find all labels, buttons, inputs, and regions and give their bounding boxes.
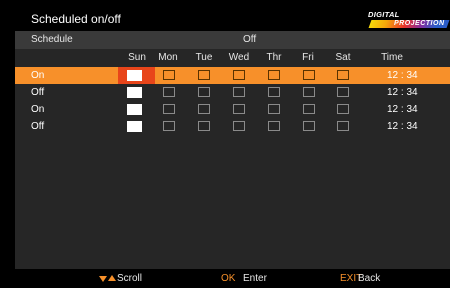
day-checkbox-sun[interactable] bbox=[127, 104, 142, 115]
col-sat: Sat bbox=[335, 52, 351, 63]
day-checkbox-mon[interactable] bbox=[163, 87, 175, 97]
day-checkbox-tue[interactable] bbox=[198, 121, 210, 131]
schedule-setting-row[interactable]: Schedule Off bbox=[15, 31, 450, 49]
day-checkbox-tue[interactable] bbox=[198, 87, 210, 97]
day-checkbox-sun[interactable] bbox=[127, 121, 142, 132]
day-checkbox-thr[interactable] bbox=[268, 104, 280, 114]
row-action-label[interactable]: Off bbox=[31, 87, 44, 98]
col-tue: Tue bbox=[195, 52, 213, 63]
page-title: Scheduled on/off bbox=[31, 12, 121, 26]
day-checkbox-wed[interactable] bbox=[233, 104, 245, 114]
row-action-label[interactable]: Off bbox=[31, 121, 44, 132]
col-wed: Wed bbox=[228, 52, 250, 63]
day-checkbox-mon[interactable] bbox=[163, 104, 175, 114]
day-checkbox-thr[interactable] bbox=[268, 121, 280, 131]
col-fri: Fri bbox=[302, 52, 314, 63]
row-time-value[interactable]: 12 : 34 bbox=[387, 104, 418, 115]
row-action-label[interactable]: On bbox=[31, 70, 44, 81]
day-checkbox-sat[interactable] bbox=[337, 104, 349, 114]
day-checkbox-tue[interactable] bbox=[198, 104, 210, 114]
day-checkbox-mon[interactable] bbox=[163, 121, 175, 131]
day-checkbox-fri[interactable] bbox=[303, 87, 315, 97]
day-checkbox-wed[interactable] bbox=[233, 121, 245, 131]
footer-help-bar: Scroll OK Enter EXIT Back bbox=[15, 269, 450, 288]
day-checkbox-thr[interactable] bbox=[268, 70, 280, 80]
day-checkbox-wed[interactable] bbox=[233, 87, 245, 97]
col-time: Time bbox=[381, 52, 403, 63]
title-bar: Scheduled on/off DIGITAL PROJECTION bbox=[15, 6, 450, 31]
schedule-row[interactable]: Off 12 : 34 bbox=[15, 118, 450, 135]
day-checkbox-sun[interactable] bbox=[127, 70, 142, 81]
row-time-value[interactable]: 12 : 34 bbox=[387, 121, 418, 132]
row-time-value[interactable]: 12 : 34 bbox=[387, 70, 418, 81]
day-checkbox-sun[interactable] bbox=[127, 87, 142, 98]
brand-logo: DIGITAL PROJECTION bbox=[368, 9, 450, 29]
day-checkbox-fri[interactable] bbox=[303, 70, 315, 80]
day-checkbox-sat[interactable] bbox=[337, 87, 349, 97]
day-checkbox-wed[interactable] bbox=[233, 70, 245, 80]
ok-label: Enter bbox=[243, 273, 267, 284]
col-mon: Mon bbox=[158, 52, 178, 63]
day-checkbox-mon[interactable] bbox=[163, 70, 175, 80]
day-checkbox-sat[interactable] bbox=[337, 70, 349, 80]
logo-text-top: DIGITAL bbox=[368, 10, 400, 19]
day-checkbox-thr[interactable] bbox=[268, 87, 280, 97]
day-checkbox-fri[interactable] bbox=[303, 121, 315, 131]
day-checkbox-fri[interactable] bbox=[303, 104, 315, 114]
schedule-row[interactable]: On 12 : 34 bbox=[15, 101, 450, 118]
row-action-label[interactable]: On bbox=[31, 104, 44, 115]
day-checkbox-tue[interactable] bbox=[198, 70, 210, 80]
schedule-panel: Schedule Off Sun Mon Tue Wed Thr Fri Sat… bbox=[15, 31, 450, 269]
exit-label: Back bbox=[358, 273, 381, 284]
ok-key: OK bbox=[221, 273, 236, 284]
arrow-up-icon bbox=[108, 275, 116, 281]
schedule-value[interactable]: Off bbox=[243, 34, 256, 45]
day-checkbox-sat[interactable] bbox=[337, 121, 349, 131]
column-header-row: Sun Mon Tue Wed Thr Fri Sat Time bbox=[15, 49, 450, 67]
schedule-row[interactable]: Off 12 : 34 bbox=[15, 84, 450, 101]
schedule-row[interactable]: On 12 : 34 bbox=[15, 67, 450, 84]
scroll-label: Scroll bbox=[117, 273, 143, 284]
logo-text-bottom: PROJECTION bbox=[394, 20, 445, 27]
arrow-down-icon bbox=[99, 276, 107, 282]
row-time-value[interactable]: 12 : 34 bbox=[387, 87, 418, 98]
schedule-label: Schedule bbox=[31, 34, 73, 45]
